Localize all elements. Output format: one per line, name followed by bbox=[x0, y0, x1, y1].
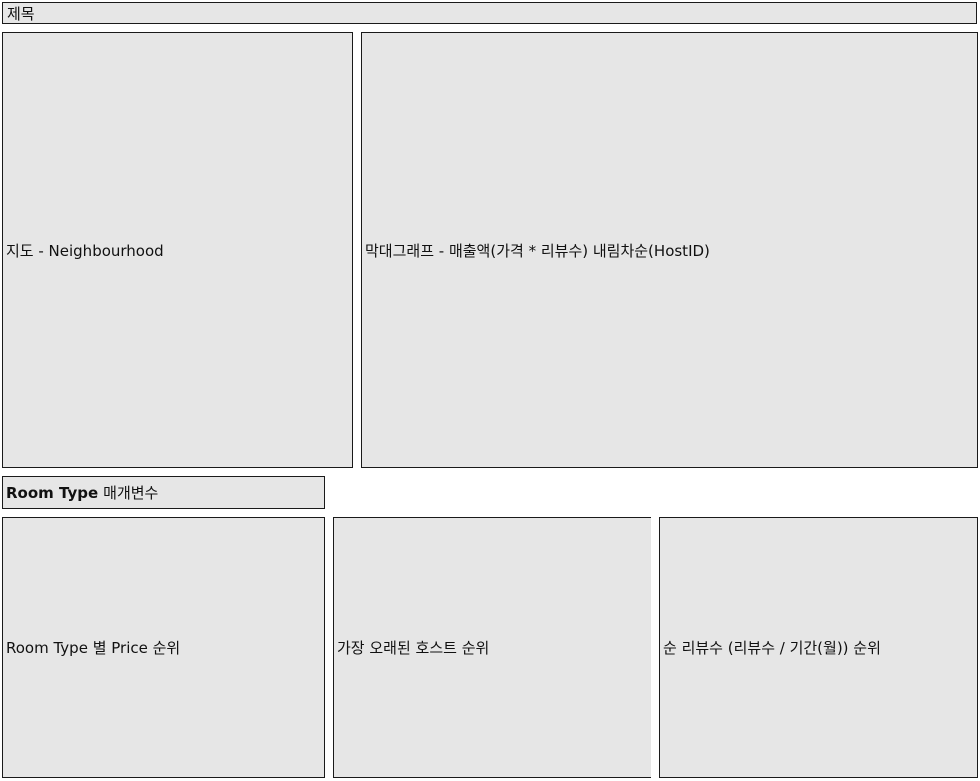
room-type-parameter-label: 매개변수 bbox=[103, 484, 159, 502]
map-panel-placeholder: 지도 - Neighbourhood bbox=[2, 32, 353, 468]
room-type-parameter-name: Room Type bbox=[6, 483, 99, 502]
dashboard-title-text: 제목 bbox=[7, 4, 35, 23]
review-rank-panel-placeholder: 순 리뷰수 (리뷰수 / 기간(월)) 순위 bbox=[659, 517, 978, 778]
price-rank-panel-label: Room Type 별 Price 순위 bbox=[6, 639, 181, 657]
price-rank-panel-placeholder: Room Type 별 Price 순위 bbox=[2, 517, 325, 778]
room-type-parameter-control[interactable]: Room Type 매개변수 bbox=[2, 476, 325, 509]
dashboard-title: 제목 bbox=[2, 2, 977, 24]
bar-chart-panel-label: 막대그래프 - 매출액(가격 * 리뷰수) 내림차순(HostID) bbox=[365, 241, 710, 260]
review-rank-panel-label: 순 리뷰수 (리뷰수 / 기간(월)) 순위 bbox=[663, 639, 881, 657]
oldest-host-rank-panel-label: 가장 오래된 호스트 순위 bbox=[337, 639, 490, 657]
map-panel-label: 지도 - Neighbourhood bbox=[6, 241, 164, 260]
bar-chart-panel-placeholder: 막대그래프 - 매출액(가격 * 리뷰수) 내림차순(HostID) bbox=[361, 32, 978, 468]
oldest-host-rank-panel-placeholder: 가장 오래된 호스트 순위 bbox=[333, 517, 651, 778]
